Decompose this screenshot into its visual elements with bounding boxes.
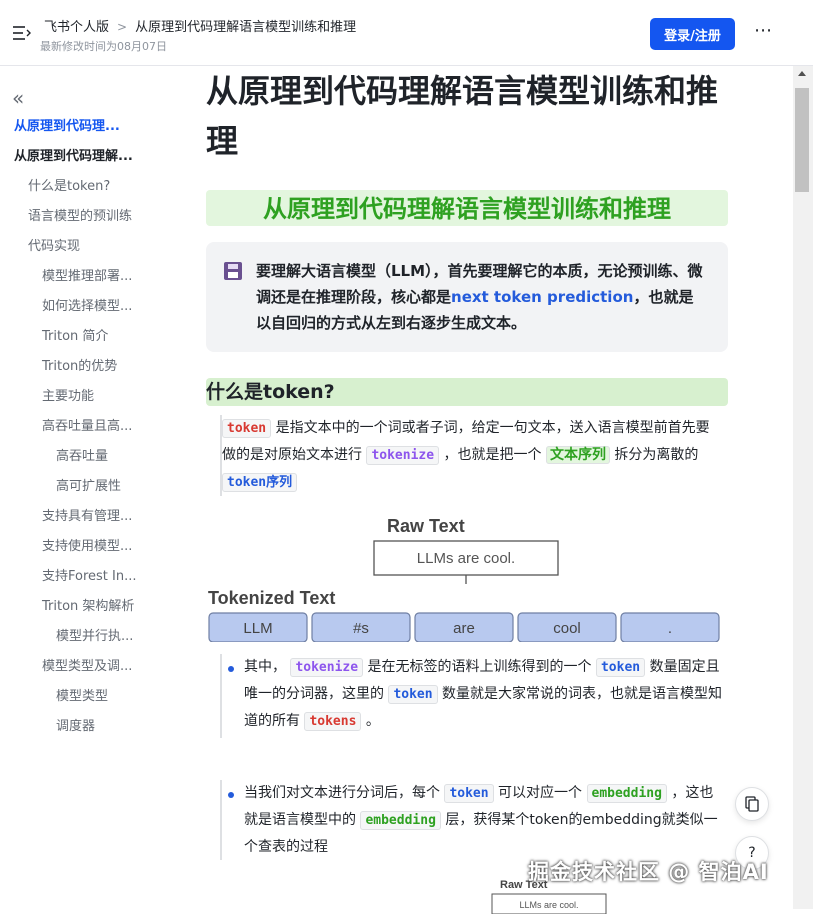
section-heading: 什么是token? [206, 378, 728, 406]
toc-sidebar: « 从原理到代码理... 从原理到代码理解... 什么是token? 语言模型的… [0, 66, 180, 909]
breadcrumb-doc[interactable]: 从原理到代码理解语言模型训练和推理 [135, 20, 356, 35]
token-label: cool [553, 620, 581, 637]
bullet-dot [228, 792, 234, 798]
callout-text: 要理解大语言模型（LLM），首先要理解它的本质，无论预训练、微调还是在推理阶段，… [256, 258, 706, 336]
tokenized-text-label: Tokenized Text [208, 588, 335, 608]
highlight-text: 文本序列 [545, 446, 610, 464]
toc-item[interactable]: 模型类型 [0, 682, 180, 712]
menu-icon[interactable] [12, 24, 32, 42]
paragraph-text: ，也就是把一个 [439, 447, 546, 463]
inline-code: tokenize [366, 446, 440, 465]
token-label: #s [353, 620, 369, 637]
scroll-up-icon[interactable] [798, 71, 806, 76]
inline-code: token [595, 658, 646, 677]
toc-item[interactable]: Triton 简介 [0, 322, 180, 352]
list-item-text: 当我们对文本进行分词后，每个 token 可以对应一个 embedding ，这… [244, 780, 724, 861]
login-button[interactable]: 登录/注册 [650, 18, 735, 50]
more-icon[interactable]: ⋯ [754, 20, 773, 41]
list-text: 。 [361, 713, 380, 729]
collapse-sidebar-icon[interactable]: « [12, 86, 24, 110]
doc-content: 从原理到代码理解语言模型训练和推理 从原理到代码理解语言模型训练和推理 要理解大… [204, 66, 730, 914]
scroll-thumb[interactable] [795, 88, 809, 192]
toc-item[interactable]: 如何选择模型... [0, 292, 180, 322]
toc-item[interactable]: 调度器 [0, 712, 180, 742]
inline-code: embedding [360, 811, 441, 830]
paragraph-token: token 是指文本中的一个词或者子词，给定一句文本，送入语言模型前首先要做的是… [220, 415, 720, 496]
toc-item[interactable]: 什么是token? [0, 172, 180, 202]
toc-item[interactable]: 高吞吐量且高... [0, 412, 180, 442]
list-item: 其中， tokenize 是在无标签的语料上训练得到的一个 token 数量固定… [220, 654, 730, 738]
raw-text-value: LLMs are cool. [417, 550, 515, 567]
list-text: 其中， [244, 659, 291, 675]
breadcrumb-app[interactable]: 飞书个人版 [44, 20, 109, 35]
breadcrumb: 飞书个人版 > 从原理到代码理解语言模型训练和推理 [44, 16, 356, 35]
toc-item[interactable]: 高可扩展性 [0, 472, 180, 502]
toc-list: 从原理到代码理... 从原理到代码理解... 什么是token? 语言模型的预训… [0, 112, 180, 742]
list-text: 可以对应一个 [493, 785, 587, 801]
floppy-disk-icon [224, 262, 242, 280]
last-modified: 最新修改时间为08月07日 [40, 40, 167, 53]
breadcrumb-separator: > [117, 20, 128, 34]
inline-code: tokens [304, 712, 362, 731]
token-label: are [453, 620, 475, 637]
inline-code: token序列 [222, 473, 298, 492]
toc-item[interactable]: 模型推理部署... [0, 262, 180, 292]
callout-highlight: next token prediction [451, 288, 634, 306]
callout-box: 要理解大语言模型（LLM），首先要理解它的本质，无论预训练、微调还是在推理阶段，… [206, 242, 728, 352]
list-text: 是在无标签的语料上训练得到的一个 [363, 659, 596, 675]
toc-item[interactable]: 支持使用模型... [0, 532, 180, 562]
title-banner: 从原理到代码理解语言模型训练和推理 [206, 190, 728, 226]
toc-item[interactable]: 从原理到代码理解... [0, 142, 180, 172]
copy-doc-glyph [745, 796, 759, 812]
list-text: 当我们对文本进行分词后，每个 [244, 785, 445, 801]
scrollbar[interactable] [793, 66, 813, 909]
copy-doc-icon[interactable] [735, 787, 769, 821]
inline-code: token [388, 685, 438, 704]
toc-item[interactable]: 支持具有管理... [0, 502, 180, 532]
toc-item[interactable]: 从原理到代码理... [0, 112, 180, 142]
list-item-text: 其中， tokenize 是在无标签的语料上训练得到的一个 token 数量固定… [244, 654, 724, 735]
toc-item[interactable]: Triton 架构解析 [0, 592, 180, 622]
token-label: . [668, 620, 672, 637]
inline-code: tokenize [290, 658, 364, 677]
toc-item[interactable]: 语言模型的预训练 [0, 202, 180, 232]
list-item: 当我们对文本进行分词后，每个 token 可以对应一个 embedding ，这… [220, 780, 730, 860]
raw-text-label: Raw Text [387, 516, 465, 536]
token-label: LLM [243, 620, 272, 637]
toc-item[interactable]: 模型类型及调... [0, 652, 180, 682]
toc-item[interactable]: Triton的优势 [0, 352, 180, 382]
tokenization-diagram: Raw Text LLMs are cool. Tokenized Text L… [208, 516, 720, 642]
page-title: 从原理到代码理解语言模型训练和推理 [206, 72, 719, 160]
inline-code: embedding [586, 784, 667, 803]
toc-item[interactable]: 代码实现 [0, 232, 180, 262]
inline-code: token [222, 419, 272, 438]
inline-code: token [444, 784, 494, 803]
token-row: LLM #s are cool. [208, 612, 720, 642]
top-bar: 飞书个人版 > 从原理到代码理解语言模型训练和推理 最新修改时间为08月07日 登录… [0, 0, 813, 66]
bullet-dot [228, 666, 234, 672]
watermark: 掘金技术社区 @ 智泊AI [528, 860, 769, 884]
toc-item[interactable]: 主要功能 [0, 382, 180, 412]
toc-item[interactable]: 支持Forest In... [0, 562, 180, 592]
toc-item[interactable]: 模型并行执... [0, 622, 180, 652]
toc-item[interactable]: 高吞吐量 [0, 442, 180, 472]
paragraph-text: 拆分为离散的 [609, 447, 699, 463]
